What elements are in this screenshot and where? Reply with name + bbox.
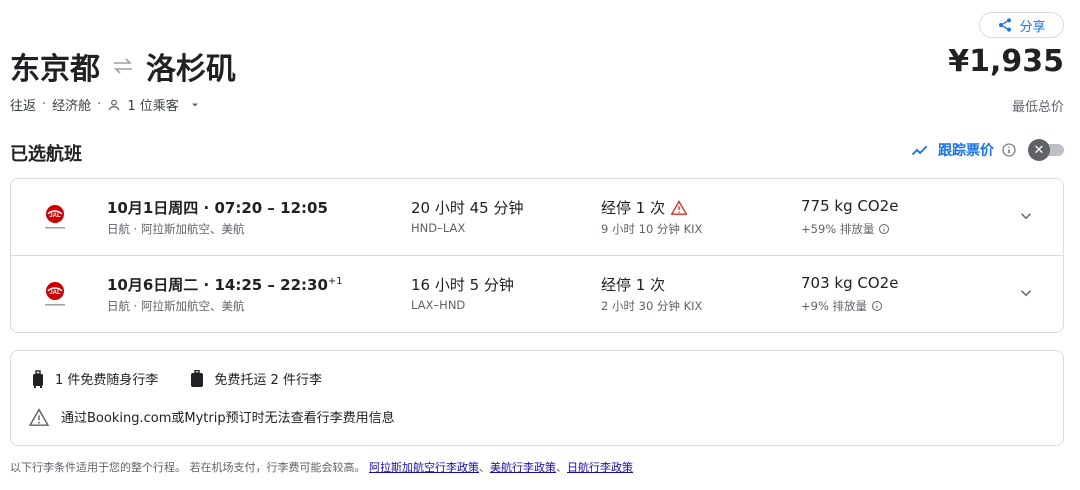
flight-layover: 2 小时 30 分钟 KIX bbox=[601, 299, 703, 313]
flight-layover: 9 小时 10 分钟 KIX bbox=[601, 222, 703, 236]
trip-meta: 往返 · 经济舱 · 1 位乘客 bbox=[10, 95, 201, 114]
separator-dot: · bbox=[97, 97, 102, 112]
alaska-baggage-policy-link[interactable]: 阿拉斯加航空行李政策 bbox=[369, 461, 479, 474]
separator-dot: · bbox=[42, 97, 47, 112]
checked-bag-icon bbox=[191, 369, 204, 387]
dropdown-caret-icon[interactable] bbox=[189, 99, 201, 111]
info-icon[interactable] bbox=[878, 223, 890, 235]
close-icon: ✕ bbox=[1028, 139, 1050, 161]
footer-text: 以下行李条件适用于您的整个行程。 若在机场支付，行李费可能会较高。 bbox=[10, 461, 366, 474]
baggage-footer: 以下行李条件适用于您的整个行程。 若在机场支付，行李费可能会较高。 阿拉斯加航空… bbox=[10, 459, 633, 475]
jal-logo-icon: JAL bbox=[45, 282, 65, 306]
baggage-warning: 通过Booking.com或Mytrip预订时无法查看行李费用信息 bbox=[29, 407, 395, 426]
total-price: ¥1,935 bbox=[948, 44, 1064, 79]
track-prices[interactable]: 跟踪票价 ✕ bbox=[909, 139, 1064, 161]
baggage-card: 1 件免费随身行李 免费托运 2 件行李 通过Booking.com或Mytri… bbox=[10, 350, 1064, 446]
flight-airlines: 日航 · 阿拉斯加航空、美航 bbox=[107, 222, 245, 236]
flight-co2-note: +59% 排放量 bbox=[801, 221, 890, 237]
flight-row-return[interactable]: JAL 10月6日周二 · 14:25 – 22:30+1 日航 · 阿拉斯加航… bbox=[11, 256, 1063, 333]
track-prices-label[interactable]: 跟踪票价 bbox=[938, 140, 994, 160]
baggage-allowance: 1 件免费随身行李 免费托运 2 件行李 bbox=[31, 369, 354, 388]
trend-line-icon bbox=[911, 145, 928, 156]
warning-icon bbox=[671, 200, 688, 215]
chevron-down-icon[interactable] bbox=[1017, 284, 1035, 302]
checked-bag-label: 免费托运 2 件行李 bbox=[214, 373, 322, 388]
carry-on-bag-icon bbox=[33, 369, 43, 388]
track-prices-toggle[interactable]: ✕ bbox=[1028, 139, 1064, 161]
carry-on-item: 1 件免费随身行李 bbox=[31, 369, 158, 388]
svg-text:JAL: JAL bbox=[49, 290, 61, 296]
flight-duration: 20 小时 45 分钟 bbox=[411, 199, 524, 217]
passenger-count[interactable]: 1 位乘客 bbox=[127, 95, 178, 114]
price-note: 最低总价 bbox=[1011, 100, 1064, 115]
person-icon bbox=[109, 99, 120, 110]
selected-flights-card: JAL 10月1日周四 · 07:20 – 12:05 日航 · 阿拉斯加航空、… bbox=[10, 178, 1064, 333]
share-icon bbox=[999, 18, 1012, 32]
info-icon[interactable] bbox=[1001, 142, 1017, 158]
jal-logo-icon: JAL bbox=[45, 205, 65, 229]
flight-stops: 经停 1 次 bbox=[601, 197, 688, 218]
checked-bag-item: 免费托运 2 件行李 bbox=[190, 369, 322, 388]
baggage-warning-text: 通过Booking.com或Mytrip预订时无法查看行李费用信息 bbox=[61, 411, 395, 426]
origin-city: 东京都 bbox=[10, 52, 100, 87]
trip-type[interactable]: 往返 bbox=[10, 95, 36, 114]
flight-airlines: 日航 · 阿拉斯加航空、美航 bbox=[107, 299, 245, 313]
destination-city: 洛杉矶 bbox=[146, 52, 236, 87]
warning-icon bbox=[29, 407, 49, 426]
footer-separator: 、 bbox=[556, 461, 567, 474]
section-title: 已选航班 bbox=[10, 144, 82, 165]
share-label: 分享 bbox=[1019, 19, 1046, 35]
flight-co2: 775 kg CO2e bbox=[801, 197, 899, 215]
flight-route: HND–LAX bbox=[411, 221, 466, 235]
chevron-down-icon[interactable] bbox=[1017, 207, 1035, 225]
flight-co2-note: +9% 排放量 bbox=[801, 298, 883, 314]
flight-stops: 经停 1 次 bbox=[601, 276, 666, 294]
jal-baggage-policy-link[interactable]: 日航行李政策 bbox=[567, 461, 633, 474]
carry-on-label: 1 件免费随身行李 bbox=[55, 373, 159, 388]
info-icon[interactable] bbox=[871, 300, 883, 312]
footer-separator: 、 bbox=[479, 461, 490, 474]
share-button[interactable]: 分享 bbox=[979, 12, 1064, 38]
flight-row-outbound[interactable]: JAL 10月1日周四 · 07:20 – 12:05 日航 · 阿拉斯加航空、… bbox=[11, 179, 1063, 256]
svg-text:JAL: JAL bbox=[49, 213, 61, 219]
flight-datetime: 10月1日周四 · 07:20 – 12:05 bbox=[107, 199, 328, 217]
route-title: 东京都 洛杉矶 bbox=[10, 44, 236, 88]
flight-co2: 703 kg CO2e bbox=[801, 274, 899, 292]
swap-arrows-icon bbox=[114, 58, 132, 74]
flight-duration: 16 小时 5 分钟 bbox=[411, 276, 514, 294]
american-baggage-policy-link[interactable]: 美航行李政策 bbox=[490, 461, 556, 474]
flight-route: LAX–HND bbox=[411, 298, 466, 312]
cabin-class[interactable]: 经济舱 bbox=[52, 95, 91, 114]
flight-datetime: 10月6日周二 · 14:25 – 22:30+1 bbox=[107, 276, 343, 294]
